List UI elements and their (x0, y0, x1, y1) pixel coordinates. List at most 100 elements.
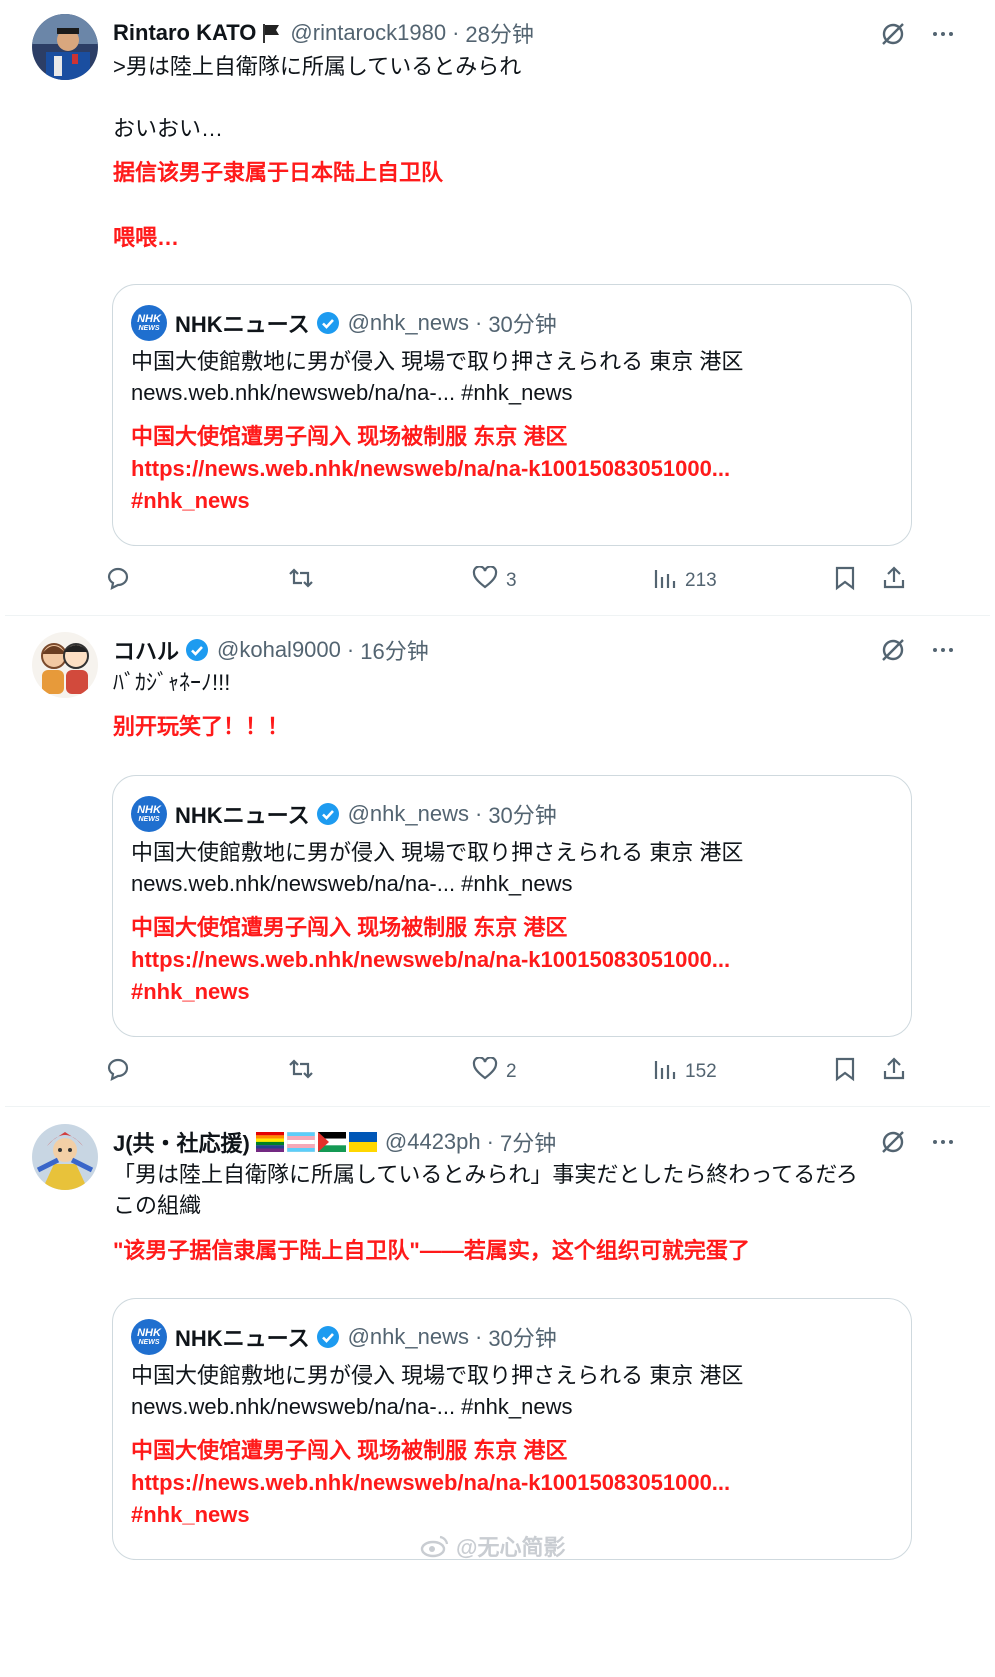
repost-button[interactable] (287, 563, 315, 599)
avatar[interactable] (32, 632, 98, 698)
avatar[interactable] (32, 1124, 98, 1190)
display-name[interactable]: J(共・社応援) (113, 1126, 250, 1158)
avatar[interactable] (32, 14, 98, 80)
translation-text: #nhk_news (131, 488, 250, 513)
user-handle[interactable]: @rintarock1980 (290, 20, 446, 46)
bookmark-button[interactable] (834, 563, 856, 599)
quoted-text: 中国大使館敷地に男が侵入 現場で取り押さえられる 東京 港区 (131, 840, 744, 865)
post[interactable]: Rintaro KATO @rintarock1980 · 28分钟 >男は陸上… (5, 0, 990, 616)
quoted-link[interactable]: news.web.nhk/newsweb/na/na-... #nhk_news (131, 377, 572, 409)
display-name[interactable]: NHKニュース (175, 798, 310, 830)
translation-text: 据信该男子隶属于日本陆上自卫队 (113, 160, 444, 185)
translation-text: #nhk_news (131, 979, 250, 1004)
post-header-actions (879, 636, 955, 664)
post-time[interactable]: 30分钟 (488, 307, 556, 339)
reply-icon (105, 565, 131, 597)
display-name[interactable]: NHKニュース (175, 307, 310, 339)
quoted-link[interactable]: news.web.nhk/newsweb/na/na-... #nhk_news (131, 868, 572, 900)
post[interactable]: J(共・社応援) @4423ph · 7分钟 「男は陸上自衛隊に所属しているとみ… (5, 1107, 990, 1677)
post-header-actions (879, 20, 955, 48)
view-count: 213 (685, 570, 717, 591)
bookmark-icon (834, 1056, 856, 1088)
translation-text: 喂喂… (113, 225, 180, 250)
translation-text: 中国大使馆遭男子闯入 现场被制服 东京 港区 (131, 915, 568, 940)
palestine-flag-icon (317, 1132, 346, 1152)
more-icon[interactable] (931, 22, 955, 46)
watermark: @无心简影 (420, 1530, 565, 1562)
user-handle[interactable]: @nhk_news (348, 801, 469, 827)
post-time[interactable]: 7分钟 (500, 1126, 556, 1158)
translation-text: 中国大使馆遭男子闯入 现场被制服 东京 港区 (131, 1438, 568, 1463)
reply-icon (105, 1056, 131, 1088)
post-header: Rintaro KATO @rintarock1980 · 28分钟 (113, 15, 534, 51)
views-button[interactable]: 213 (653, 563, 717, 599)
quoted-post-header: NHK NEWS NHKニュース @nhk_news · 30分钟 (131, 1319, 557, 1355)
display-name[interactable]: コハル (113, 634, 179, 666)
nhk-logo-avatar[interactable]: NHK NEWS (131, 305, 167, 341)
view-count: 152 (685, 1061, 717, 1082)
display-name[interactable]: Rintaro KATO (113, 20, 256, 46)
post-text: >男は陸上自衛隊に所属しているとみられ (113, 54, 522, 79)
like-button[interactable]: 2 (472, 1054, 517, 1090)
post-time[interactable]: 30分钟 (488, 798, 556, 830)
views-icon (653, 566, 677, 596)
watermark-text: @无心简影 (456, 1535, 566, 1560)
translation-text: https://news.web.nhk/newsweb/na/na-k1001… (131, 1470, 731, 1495)
meta-separator: · (452, 20, 460, 45)
post-time[interactable]: 30分钟 (488, 1321, 556, 1353)
verified-badge-icon (316, 311, 340, 335)
like-button[interactable]: 3 (472, 563, 517, 599)
share-button[interactable] (881, 1054, 907, 1090)
translation-text: 别开玩笑了！！！ (113, 714, 290, 739)
repost-button[interactable] (287, 1054, 315, 1090)
user-handle[interactable]: @nhk_news (348, 310, 469, 336)
bookmark-button[interactable] (834, 1054, 856, 1090)
verified-badge-icon (185, 638, 209, 662)
grok-icon[interactable] (879, 1128, 907, 1156)
quoted-text: 中国大使館敷地に男が侵入 現場で取り押さえられる 東京 港区 (131, 1363, 744, 1388)
grok-icon[interactable] (879, 636, 907, 664)
grok-icon[interactable] (879, 20, 907, 48)
views-button[interactable]: 152 (653, 1054, 717, 1090)
repost-icon (287, 565, 315, 597)
more-icon[interactable] (931, 1130, 955, 1154)
transgender-flag-icon (286, 1132, 315, 1152)
views-icon (653, 1057, 677, 1087)
share-icon (881, 565, 907, 597)
translation-text: #nhk_news (131, 1502, 250, 1527)
heart-icon (472, 1056, 498, 1087)
quoted-post[interactable]: NHK NEWS NHKニュース @nhk_news · 30分钟 中国大使館敷地… (112, 775, 912, 1037)
post-actions: 2 152 (105, 1054, 925, 1090)
translation-text: 中国大使馆遭男子闯入 现场被制服 东京 港区 (131, 424, 568, 449)
more-icon[interactable] (931, 638, 955, 662)
post[interactable]: コハル @kohal9000 · 16分钟 ﾊﾞｶｼﾞｬﾈｰﾉ!!! 别开玩笑了… (5, 616, 990, 1106)
translation-text: https://news.web.nhk/newsweb/na/na-k1001… (131, 947, 731, 972)
quoted-text: 中国大使館敷地に男が侵入 現場で取り押さえられる 東京 港区 (131, 349, 744, 374)
meta-separator: · (474, 310, 483, 335)
reply-button[interactable] (105, 563, 131, 599)
nhk-logo-avatar[interactable]: NHK NEWS (131, 1319, 167, 1355)
user-handle[interactable]: @nhk_news (348, 1324, 469, 1350)
reply-button[interactable] (105, 1054, 131, 1090)
quoted-link[interactable]: news.web.nhk/newsweb/na/na-... #nhk_news (131, 1391, 572, 1423)
user-handle[interactable]: @4423ph (385, 1129, 481, 1155)
share-button[interactable] (881, 563, 907, 599)
display-name[interactable]: NHKニュース (175, 1321, 310, 1353)
post-actions: 3 213 (105, 563, 925, 599)
meta-separator: · (486, 1129, 494, 1154)
black-flag-icon (260, 22, 282, 44)
post-header: コハル @kohal9000 · 16分钟 (113, 632, 429, 668)
like-count: 2 (506, 1061, 517, 1082)
quoted-post[interactable]: NHK NEWS NHKニュース @nhk_news · 30分钟 中国大使館敷地… (112, 284, 912, 546)
post-time[interactable]: 28分钟 (465, 17, 533, 49)
post-text: 「男は陸上自衛隊に所属しているとみられ」事実だとしたら終わってるだろ (113, 1162, 858, 1187)
nhk-logo-avatar[interactable]: NHK NEWS (131, 796, 167, 832)
like-count: 3 (506, 570, 517, 591)
quoted-post[interactable]: NHK NEWS NHKニュース @nhk_news · 30分钟 中国大使館敷地… (112, 1298, 912, 1560)
post-time[interactable]: 16分钟 (360, 634, 428, 666)
weibo-logo-icon (420, 1534, 450, 1558)
translation-text: "该男子据信隶属于陆上自卫队"——若属实，这个组织可就完蛋了 (113, 1238, 750, 1263)
verified-badge-icon (316, 1325, 340, 1349)
share-icon (881, 1056, 907, 1088)
user-handle[interactable]: @kohal9000 (217, 637, 341, 663)
